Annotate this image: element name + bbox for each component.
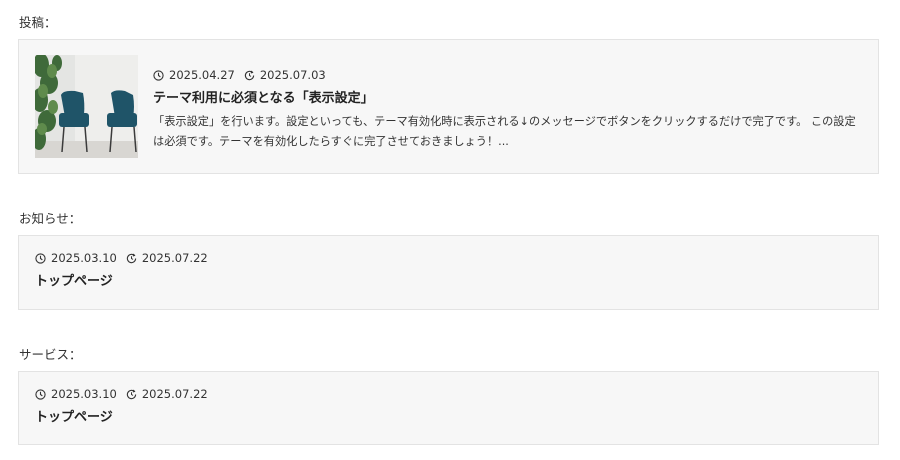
service-card[interactable]: 2025.03.10 2025.07.22 トップページ [18, 371, 879, 445]
post-excerpt: 「表示設定」を行います。設定といっても、テーマ有効化時に表示される↓のメッセージ… [153, 115, 856, 148]
news-section-label: お知らせ： [19, 211, 82, 226]
refresh-clock-icon [126, 253, 137, 264]
modified-date: 2025.07.22 [141, 251, 208, 265]
services-section-label: サービス： [19, 347, 82, 362]
post-thumbnail[interactable] [35, 55, 138, 158]
page: 投稿： 2025.04.27 2025.07.03 テーマ利用に必須となる「表示… [0, 0, 900, 460]
clock-icon [35, 388, 46, 400]
modified-date: 2025.07.22 [141, 387, 208, 401]
modified-date: 2025.07.03 [259, 68, 326, 82]
published-date: 2025.04.27 [169, 68, 235, 82]
post-card[interactable]: 2025.04.27 2025.07.03 テーマ利用に必須となる「表示設定」 … [18, 39, 879, 174]
news-meta: 2025.03.10 2025.07.22 [35, 251, 208, 265]
published-date: 2025.03.10 [51, 251, 117, 265]
news-card[interactable]: 2025.03.10 2025.07.22 トップページ [18, 235, 879, 310]
published-date: 2025.03.10 [51, 387, 117, 401]
refresh-clock-icon [126, 389, 137, 400]
refresh-clock-icon [244, 70, 255, 81]
service-title[interactable]: トップページ [35, 410, 113, 426]
post-title[interactable]: テーマ利用に必須となる「表示設定」 [153, 91, 374, 107]
clock-icon [153, 69, 164, 81]
service-meta: 2025.03.10 2025.07.22 [35, 387, 208, 401]
clock-icon [35, 252, 46, 264]
news-title[interactable]: トップページ [35, 274, 113, 290]
post-meta: 2025.04.27 2025.07.03 [153, 68, 326, 82]
posts-section-label: 投稿： [19, 15, 57, 30]
